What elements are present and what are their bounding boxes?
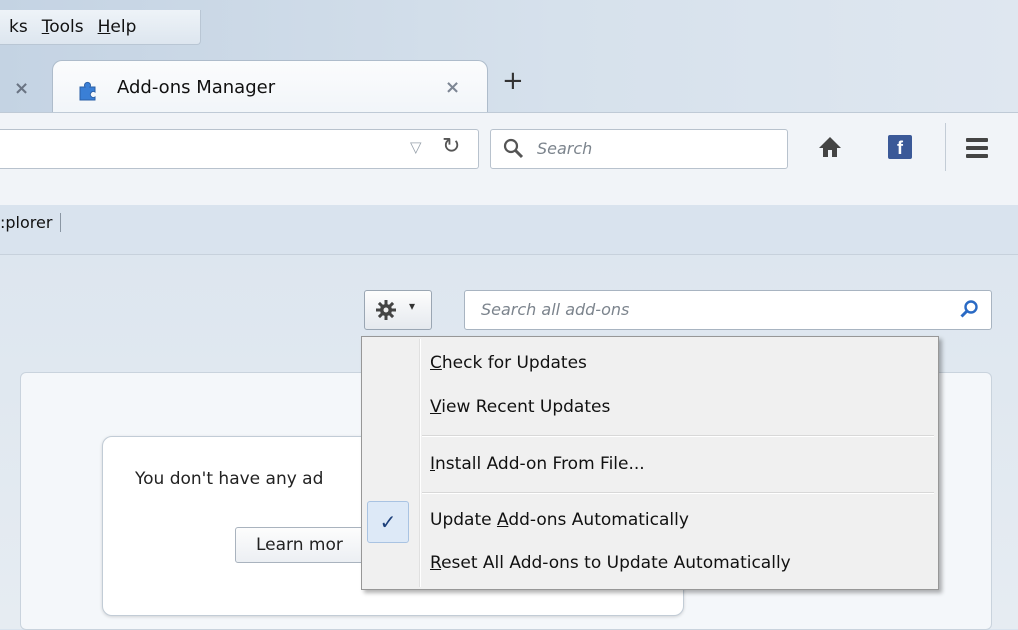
facebook-icon[interactable]: f <box>888 135 912 159</box>
menu-item-label: heck for Updates <box>441 353 587 373</box>
menu-bookmarks[interactable]: ks <box>2 17 35 37</box>
close-icon[interactable]: × <box>445 77 460 98</box>
menu-separator <box>422 492 934 494</box>
empty-message: You don't have any ad <box>135 469 324 489</box>
menu-item-label: nstall Add-on From File... <box>435 454 645 474</box>
menu-item-label: eset All Add-ons to Update Automatically <box>441 553 791 573</box>
gear-dropdown-menu: Check for Updates View Recent Updates In… <box>361 336 939 590</box>
gear-icon <box>376 300 396 320</box>
new-tab-button[interactable]: + <box>502 66 524 96</box>
search-addons-input[interactable]: Search all add-ons <box>464 290 992 330</box>
tab-title: Add-ons Manager <box>117 77 276 98</box>
menu-help-accel: H <box>97 17 111 37</box>
menu-item-label: dd-ons Automatically <box>508 510 689 530</box>
url-bar[interactable]: ▽ ↻ <box>0 129 479 169</box>
menu-icon[interactable] <box>966 138 988 162</box>
menu-tools-label: ools <box>49 17 84 37</box>
chevron-down-icon: ▾ <box>409 299 416 313</box>
search-input[interactable]: Search <box>490 129 788 169</box>
menu-bookmarks-label: ks <box>9 17 28 37</box>
menu-help-label: elp <box>110 17 137 37</box>
toolbar-separator <box>945 123 946 171</box>
menu-gutter <box>419 339 421 587</box>
menu-item-install-from-file[interactable]: Install Add-on From File... <box>430 454 645 474</box>
accel-key: C <box>430 353 442 373</box>
puzzle-icon <box>79 81 96 101</box>
search-icon[interactable] <box>959 299 979 319</box>
menu-item-check-updates[interactable]: Check for Updates <box>430 353 587 373</box>
accel-key: A <box>496 510 509 530</box>
checkmark-icon: ✓ <box>367 501 409 543</box>
search-placeholder: Search <box>537 139 593 158</box>
tab-addons-manager[interactable]: Add-ons Manager × <box>52 60 488 115</box>
tab-previous[interactable]: × <box>0 62 60 110</box>
accel-key: R <box>430 553 442 573</box>
home-icon[interactable] <box>818 135 842 159</box>
reload-icon[interactable]: ↻ <box>442 134 460 159</box>
search-addons-placeholder: Search all add-ons <box>481 300 630 319</box>
menu-item-reset-all-to-auto[interactable]: Reset All Add-ons to Update Automaticall… <box>430 553 791 573</box>
menu-item-label: iew Recent Updates <box>441 397 611 417</box>
dropdown-icon[interactable]: ▽ <box>410 138 422 156</box>
menu-item-label-prefix: Update <box>430 510 497 530</box>
tools-gear-button[interactable]: ▾ <box>364 290 432 330</box>
search-icon <box>503 138 524 159</box>
menu-bar: ks Tools Help <box>0 10 201 45</box>
bookmark-item[interactable]: :plorer <box>0 213 62 232</box>
bookmarks-toolbar: :plorer <box>0 213 62 235</box>
navigation-toolbar: ▽ ↻ Search f :plorer <box>0 112 1018 232</box>
close-icon[interactable]: × <box>14 78 29 99</box>
accel-key: V <box>430 397 442 417</box>
menu-item-view-recent-updates[interactable]: View Recent Updates <box>430 397 610 417</box>
menu-separator <box>422 435 934 437</box>
menu-item-update-automatically[interactable]: Update Add-ons Automatically <box>430 510 689 530</box>
browser-chrome: ks Tools Help × Add-ons Manager × + <box>0 0 1018 118</box>
menu-help[interactable]: Help <box>91 17 144 37</box>
menu-tools[interactable]: Tools <box>35 17 91 37</box>
